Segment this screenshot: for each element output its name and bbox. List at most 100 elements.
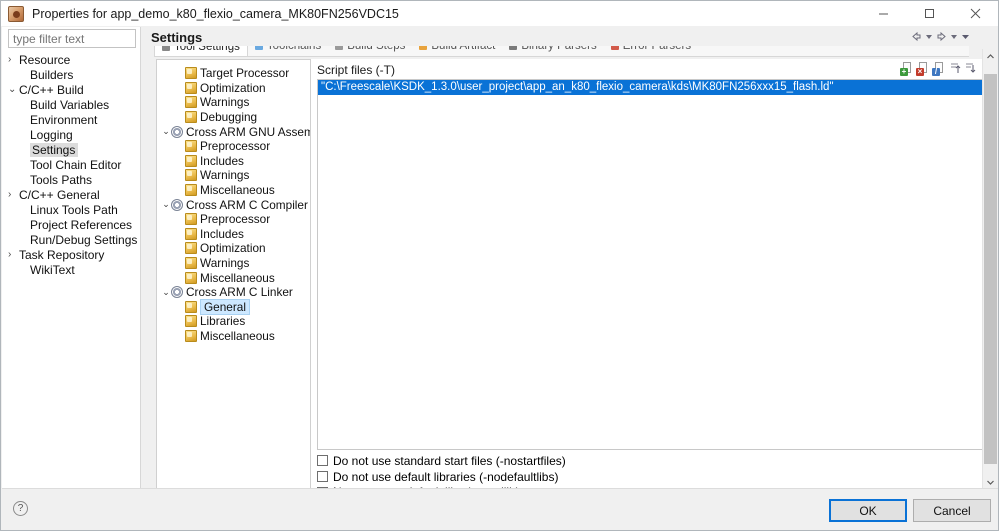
checkbox-unchecked[interactable] (317, 455, 328, 467)
nav-item-logging[interactable]: Logging (2, 127, 141, 142)
nav-item-run-debug-settings[interactable]: Run/Debug Settings (2, 232, 141, 247)
tab-toolchains[interactable]: Toolchains (248, 46, 328, 56)
settings-tree-item-label: General (200, 298, 250, 315)
settings-tree-item-label: Libraries (200, 314, 246, 329)
scroll-up-button[interactable] (983, 49, 998, 64)
nav-item-label: Environment (30, 112, 98, 127)
move-up-icon[interactable] (949, 62, 961, 75)
edit-icon[interactable]: / (932, 62, 946, 76)
properties-tree[interactable]: › Resource Builders ⌄ C/C++ Build Build Varia… (2, 52, 141, 488)
nav-item-task-repository[interactable]: › Task Repository (2, 247, 141, 262)
expander-icon[interactable]: › (8, 189, 19, 200)
checkbox-label: Do not use default libraries (-nodefault… (333, 469, 559, 484)
settings-tree-item[interactable]: Optimization (157, 241, 310, 256)
settings-tree-item[interactable]: Includes (157, 154, 310, 169)
move-down-icon[interactable] (964, 62, 976, 75)
checkbox-unchecked[interactable] (317, 471, 328, 483)
tool-option-icon (185, 140, 197, 153)
forward-dropdown-icon[interactable] (950, 31, 958, 44)
nav-item-resource[interactable]: › Resource (2, 52, 141, 67)
ok-button[interactable]: OK (829, 499, 907, 522)
nav-item-project-references[interactable]: Project References (2, 217, 141, 232)
view-menu-icon[interactable] (961, 31, 970, 44)
tool-option-icon (185, 213, 197, 226)
maximize-button[interactable] (906, 1, 952, 26)
expander-icon[interactable]: ⌄ (161, 287, 171, 297)
checkbox-row[interactable]: Do not use standard start files (-nostar… (317, 453, 917, 469)
nav-item-label: Linux Tools Path (30, 202, 118, 217)
cancel-button[interactable]: Cancel (913, 499, 991, 522)
tab-icon (162, 46, 170, 51)
nav-item-c-c-general[interactable]: › C/C++ General (2, 187, 141, 202)
expander-icon[interactable]: ⌄ (161, 127, 171, 136)
settings-tree-item[interactable]: Miscellaneous (157, 270, 310, 285)
settings-tree-item-label: Warnings (200, 256, 250, 271)
settings-tree-item-label: Miscellaneous (200, 183, 275, 198)
settings-tree-item[interactable]: Optimization (157, 81, 310, 96)
filter-input[interactable] (8, 29, 136, 48)
back-icon[interactable] (911, 31, 922, 44)
tab-icon (610, 46, 619, 50)
add-icon[interactable]: + (900, 62, 914, 76)
settings-tree-item[interactable]: Warnings (157, 168, 310, 183)
nav-icon-group (911, 31, 970, 44)
tab-label: Build Steps (347, 46, 406, 52)
forward-icon[interactable] (936, 31, 947, 44)
settings-tree-item[interactable]: Libraries (157, 314, 310, 329)
list-item[interactable]: "C:\Freescale\KSDK_1.3.0\user_project\ap… (318, 80, 983, 95)
settings-tree-item-label: Optimization (200, 80, 266, 95)
script-files-toolbar: + × / (900, 62, 976, 76)
settings-tree-item[interactable]: ⌄ Cross ARM GNU Assembler (157, 124, 310, 139)
nav-item-wikitext[interactable]: WikiText (2, 262, 141, 277)
expander-icon[interactable]: ⌄ (8, 84, 19, 95)
settings-tree-item[interactable]: Preprocessor (157, 139, 310, 154)
settings-tree-item[interactable]: Miscellaneous (157, 329, 310, 344)
nav-item-c-c-build[interactable]: ⌄ C/C++ Build (2, 82, 141, 97)
expander-icon[interactable]: › (8, 249, 19, 260)
settings-tree-item[interactable]: Miscellaneous (157, 183, 310, 198)
settings-tree-item[interactable]: Preprocessor (157, 212, 310, 227)
settings-tree-item[interactable]: Warnings (157, 256, 310, 271)
scrollbar-thumb[interactable] (984, 74, 997, 464)
settings-tree-item[interactable]: Target Processor (157, 66, 310, 81)
nav-item-settings[interactable]: Settings (2, 142, 141, 157)
tool-settings-tabs[interactable]: Tool Settings Toolchains Build Steps Build … (154, 46, 969, 57)
tool-option-icon (185, 96, 197, 109)
settings-tree-item[interactable]: Debugging (157, 110, 310, 125)
nav-item-tool-chain-editor[interactable]: Tool Chain Editor (2, 157, 141, 172)
tool-option-icon (185, 257, 197, 270)
tab-tool-settings[interactable]: Tool Settings (154, 46, 248, 56)
settings-tree-item[interactable]: ⌄ Cross ARM C Linker (157, 285, 310, 300)
tab-error-parsers[interactable]: Error Parsers (604, 46, 698, 56)
tool-settings-tree[interactable]: Target Processor Optimization Warnings Debu… (156, 59, 311, 491)
checkbox-row[interactable]: Do not use default libraries (-nodefault… (317, 469, 917, 485)
expander-icon[interactable]: ⌄ (161, 200, 171, 209)
help-icon[interactable]: ? (13, 501, 28, 516)
tab-build-steps[interactable]: Build Steps (328, 46, 412, 56)
nav-item-environment[interactable]: Environment (2, 112, 141, 127)
tab-label: Toolchains (266, 46, 322, 52)
settings-tree-item[interactable]: Warnings (157, 95, 310, 110)
settings-tree-item[interactable]: Includes (157, 227, 310, 242)
tab-binary-parsers[interactable]: Binary Parsers (502, 46, 603, 56)
script-files-list[interactable]: "C:\Freescale\KSDK_1.3.0\user_project\ap… (317, 79, 984, 450)
nav-item-tools-paths[interactable]: Tools Paths (2, 172, 141, 187)
window-controls (860, 1, 998, 26)
nav-item-builders[interactable]: Builders (2, 67, 141, 82)
content-scrollbar[interactable] (982, 49, 997, 490)
settings-tree-item[interactable]: General (157, 298, 310, 315)
tool-option-icon (185, 227, 197, 240)
nav-item-linux-tools-path[interactable]: Linux Tools Path (2, 202, 141, 217)
close-button[interactable] (952, 1, 998, 26)
nav-item-build-variables[interactable]: Build Variables (2, 97, 141, 112)
expander-icon[interactable]: › (8, 54, 19, 65)
back-dropdown-icon[interactable] (925, 31, 933, 44)
nav-item-label: Tools Paths (30, 172, 93, 187)
delete-icon[interactable]: × (916, 62, 930, 76)
settings-tree-item[interactable]: ⌄ Cross ARM C Compiler (157, 197, 310, 212)
minimize-button[interactable] (860, 1, 906, 26)
nav-item-label: Logging (30, 127, 73, 142)
tab-build-artifact[interactable]: Build Artifact (412, 46, 502, 56)
nav-item-label: Tool Chain Editor (30, 157, 122, 172)
tool-option-icon (185, 300, 197, 313)
